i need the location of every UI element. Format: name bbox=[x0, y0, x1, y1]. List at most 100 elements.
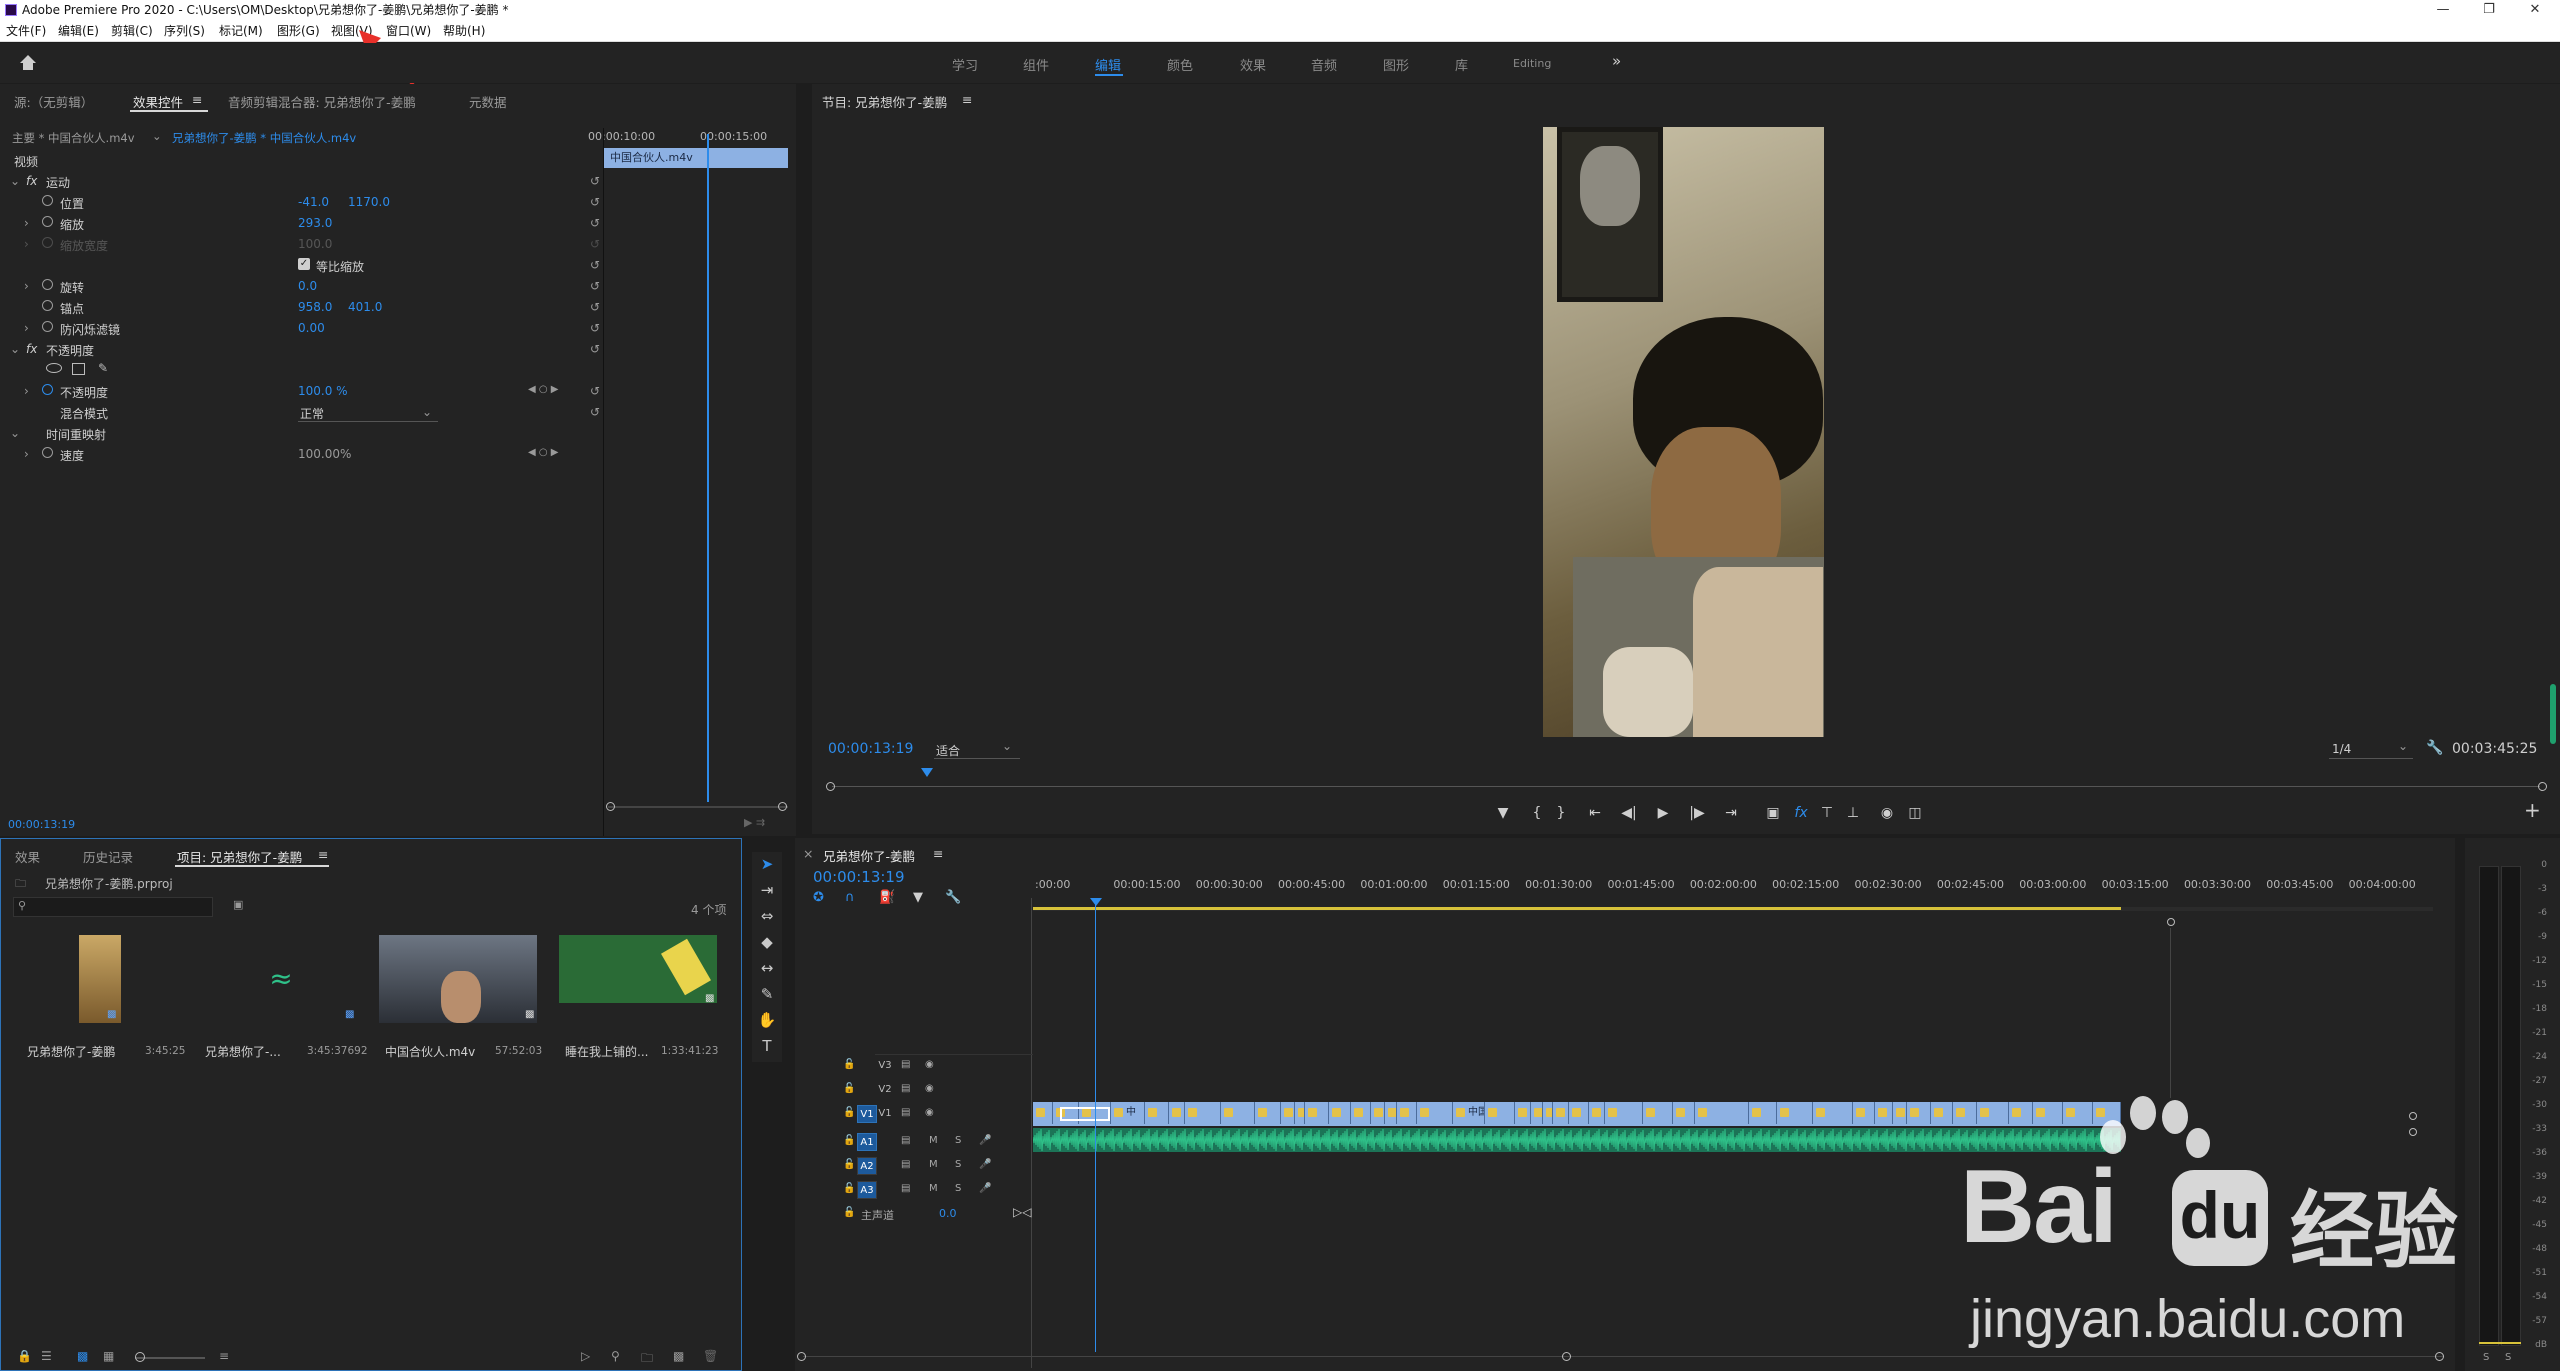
lock-icon[interactable]: 🔓 bbox=[843, 1107, 855, 1118]
nest-icon[interactable]: ✪ bbox=[813, 890, 824, 905]
opacity-group-row[interactable]: ⌄ fx 不透明度 ↺ bbox=[0, 339, 600, 360]
lock-icon[interactable]: 🔓 bbox=[843, 1183, 855, 1194]
track-a2-label[interactable]: A2 bbox=[857, 1157, 877, 1175]
ripple-edit-tool-icon[interactable]: ⇔ bbox=[752, 904, 782, 928]
eye-icon[interactable]: ◉ bbox=[925, 1107, 934, 1118]
mark-in-icon[interactable]: { bbox=[1526, 802, 1548, 824]
v1-clip-track[interactable]: 中 中国合伙人.m4v bbox=[1033, 1102, 2121, 1126]
track-v2-label[interactable]: V2 bbox=[875, 1081, 895, 1099]
tab-source[interactable]: 源:（无剪辑） bbox=[14, 92, 93, 111]
workspace-more-icon[interactable]: » bbox=[1612, 52, 1621, 70]
microphone-icon[interactable]: 🎤 bbox=[979, 1159, 991, 1170]
monitor-scrollbar[interactable] bbox=[2550, 684, 2556, 744]
resolution-select[interactable]: 1/4 bbox=[2332, 742, 2351, 756]
v1-clip[interactable] bbox=[2063, 1102, 2093, 1124]
ellipse-mask-icon[interactable] bbox=[46, 363, 62, 373]
scale-row[interactable]: › 缩放 293.0 ↺ bbox=[0, 213, 600, 234]
fit-select[interactable]: 适合 bbox=[936, 742, 960, 759]
v1-clip[interactable] bbox=[1777, 1102, 1813, 1124]
type-tool-icon[interactable]: T bbox=[752, 1034, 782, 1058]
program-timecode[interactable]: 00:00:13:19 bbox=[828, 741, 913, 757]
eye-icon[interactable]: ◉ bbox=[925, 1059, 934, 1070]
timeline-ruler[interactable]: :00:00 00:00:15:00 00:00:30:00 00:00:45:00 0… bbox=[1033, 878, 2433, 898]
v1-clip[interactable] bbox=[2093, 1102, 2121, 1124]
tab-history[interactable]: 历史记录 bbox=[83, 847, 133, 866]
v1-clip[interactable] bbox=[1255, 1102, 1281, 1124]
v1-clip[interactable] bbox=[1813, 1102, 1853, 1124]
source-patch-a1[interactable]: A1 bbox=[857, 1133, 877, 1151]
mark-out-icon[interactable]: } bbox=[1550, 802, 1572, 824]
v1-clip[interactable] bbox=[1543, 1102, 1553, 1124]
v1-clip[interactable] bbox=[1185, 1102, 1221, 1124]
v1-clip[interactable] bbox=[1643, 1102, 1673, 1124]
selection-tool-icon[interactable]: ➤ bbox=[752, 852, 782, 876]
workspace-assembly[interactable]: 组件 bbox=[1023, 55, 1049, 74]
v1-clip[interactable] bbox=[1605, 1102, 1643, 1124]
tab-effect-controls[interactable]: 效果控件 bbox=[133, 92, 183, 111]
timeline-playhead-head[interactable] bbox=[1090, 898, 1102, 906]
ec-export-icons[interactable]: ▶ ⇉ bbox=[744, 816, 765, 829]
program-ruler[interactable] bbox=[828, 768, 2544, 778]
v1-clip[interactable] bbox=[1033, 1102, 1053, 1124]
v1-clip[interactable] bbox=[1305, 1102, 1329, 1124]
tab-metadata[interactable]: 元数据 bbox=[469, 92, 507, 111]
pen-mask-icon[interactable]: ✎ bbox=[98, 361, 108, 375]
tab-effects[interactable]: 效果 bbox=[15, 847, 40, 866]
ec-zoom-scroll[interactable] bbox=[608, 806, 788, 808]
flicker-row[interactable]: › 防闪烁滤镜 0.00 ↺ bbox=[0, 318, 600, 339]
timeline-zoom-left[interactable] bbox=[797, 1352, 806, 1361]
automate-icon[interactable]: ▷ bbox=[581, 1349, 590, 1363]
track-a3-label[interactable]: A3 bbox=[857, 1181, 877, 1199]
v1-clip[interactable] bbox=[1329, 1102, 1351, 1124]
program-title[interactable]: 节目: 兄弟想你了-姜鹏 bbox=[822, 92, 947, 111]
v1-clip[interactable] bbox=[1553, 1102, 1569, 1124]
home-icon[interactable] bbox=[18, 53, 38, 73]
lock-icon[interactable]: 🔒 bbox=[17, 1349, 32, 1363]
opacity-row[interactable]: › 不透明度 100.0 % ◀ ○ ▶ ↺ bbox=[0, 381, 600, 402]
workspace-audio[interactable]: 音频 bbox=[1311, 55, 1337, 74]
lock-icon[interactable]: 🔓 bbox=[843, 1059, 855, 1070]
v1-clip[interactable] bbox=[1853, 1102, 1875, 1124]
rotation-row[interactable]: › 旋转 0.0 ↺ bbox=[0, 276, 600, 297]
menu-edit[interactable]: 编辑(E) bbox=[58, 20, 99, 42]
mute-button[interactable]: M bbox=[929, 1183, 938, 1194]
slider-handle[interactable] bbox=[135, 1352, 145, 1362]
add-marker-icon[interactable]: ▼ bbox=[913, 890, 923, 905]
icon-view-icon[interactable]: ▩ bbox=[77, 1349, 88, 1363]
chevron-down-icon[interactable]: ⌄ bbox=[152, 129, 162, 143]
v1-clip[interactable] bbox=[1371, 1102, 1385, 1124]
v1-clip[interactable] bbox=[1221, 1102, 1255, 1124]
v1-clip[interactable] bbox=[1589, 1102, 1605, 1124]
project-search-input[interactable]: ⚲ bbox=[13, 897, 213, 917]
sync-lock-icon[interactable]: ▤ bbox=[901, 1107, 910, 1118]
go-to-out-icon[interactable]: ⇥ bbox=[1720, 802, 1742, 824]
wrench-icon[interactable]: 🔧 bbox=[2426, 740, 2443, 756]
compare-icon[interactable]: ◫ bbox=[1904, 802, 1926, 824]
restore-icon[interactable]: ❐ bbox=[2466, 0, 2512, 20]
v1-clip[interactable] bbox=[1531, 1102, 1543, 1124]
v1-clip[interactable]: 中国合伙人.m4v bbox=[1453, 1102, 1485, 1124]
sequence-tab[interactable]: 兄弟想你了-姜鹏 bbox=[823, 846, 915, 865]
ec-clip-bar[interactable]: 中国合伙人.m4v bbox=[604, 148, 788, 168]
microphone-icon[interactable]: 🎤 bbox=[979, 1183, 991, 1194]
sync-lock-icon[interactable]: ▤ bbox=[901, 1135, 910, 1146]
camera-icon[interactable]: ◉ bbox=[1876, 802, 1898, 824]
lock-icon[interactable]: 🔓 bbox=[843, 1159, 855, 1170]
track-v1-label[interactable]: V1 bbox=[875, 1105, 895, 1123]
project-item[interactable]: ▩ 中国合伙人.m4v 57:52:03 bbox=[375, 931, 550, 1081]
freeform-view-icon[interactable]: ▦ bbox=[103, 1349, 114, 1363]
workspace-graphics[interactable]: 图形 bbox=[1383, 55, 1409, 74]
slip-tool-icon[interactable]: ↔ bbox=[752, 956, 782, 980]
fx-toggle-icon[interactable]: fx bbox=[1790, 802, 1812, 824]
v1-clip[interactable] bbox=[1673, 1102, 1695, 1124]
razor-tool-icon[interactable]: ◆ bbox=[752, 930, 782, 954]
menu-sequence[interactable]: 序列(S) bbox=[164, 20, 205, 42]
workspace-color[interactable]: 颜色 bbox=[1167, 55, 1193, 74]
speed-row[interactable]: › 速度 100.00% ◀ ○ ▶ bbox=[0, 444, 600, 465]
extract-icon[interactable]: ⊥ bbox=[1842, 802, 1864, 824]
marker-icon[interactable]: ▼ bbox=[1492, 802, 1514, 824]
timeline-zoom-right[interactable] bbox=[1562, 1352, 1571, 1361]
master-volume[interactable]: 0.0 bbox=[939, 1207, 957, 1220]
v1-clip[interactable] bbox=[1169, 1102, 1185, 1124]
track-v3-label[interactable]: V3 bbox=[875, 1057, 895, 1075]
